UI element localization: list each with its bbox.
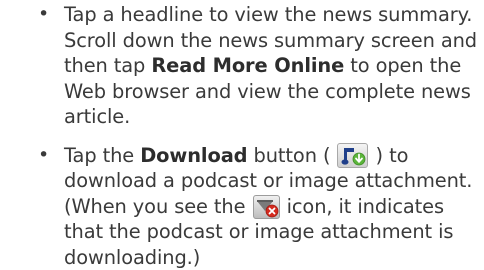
item-text: button ( [247, 144, 336, 167]
list-item: • Tap the Download button ( ) to downloa… [0, 143, 484, 270]
download-podcast-icon [337, 143, 368, 168]
instruction-list: • Tap a headline to view the news summar… [0, 0, 484, 270]
read-more-online-label: Read More Online [151, 54, 344, 77]
bullet: • [38, 2, 49, 28]
download-label: Download [140, 144, 247, 167]
list-item: • Tap a headline to view the news summar… [0, 2, 484, 130]
downloading-indicator-icon [253, 195, 280, 219]
item-text: Tap the [64, 144, 140, 167]
bullet: • [38, 143, 49, 169]
